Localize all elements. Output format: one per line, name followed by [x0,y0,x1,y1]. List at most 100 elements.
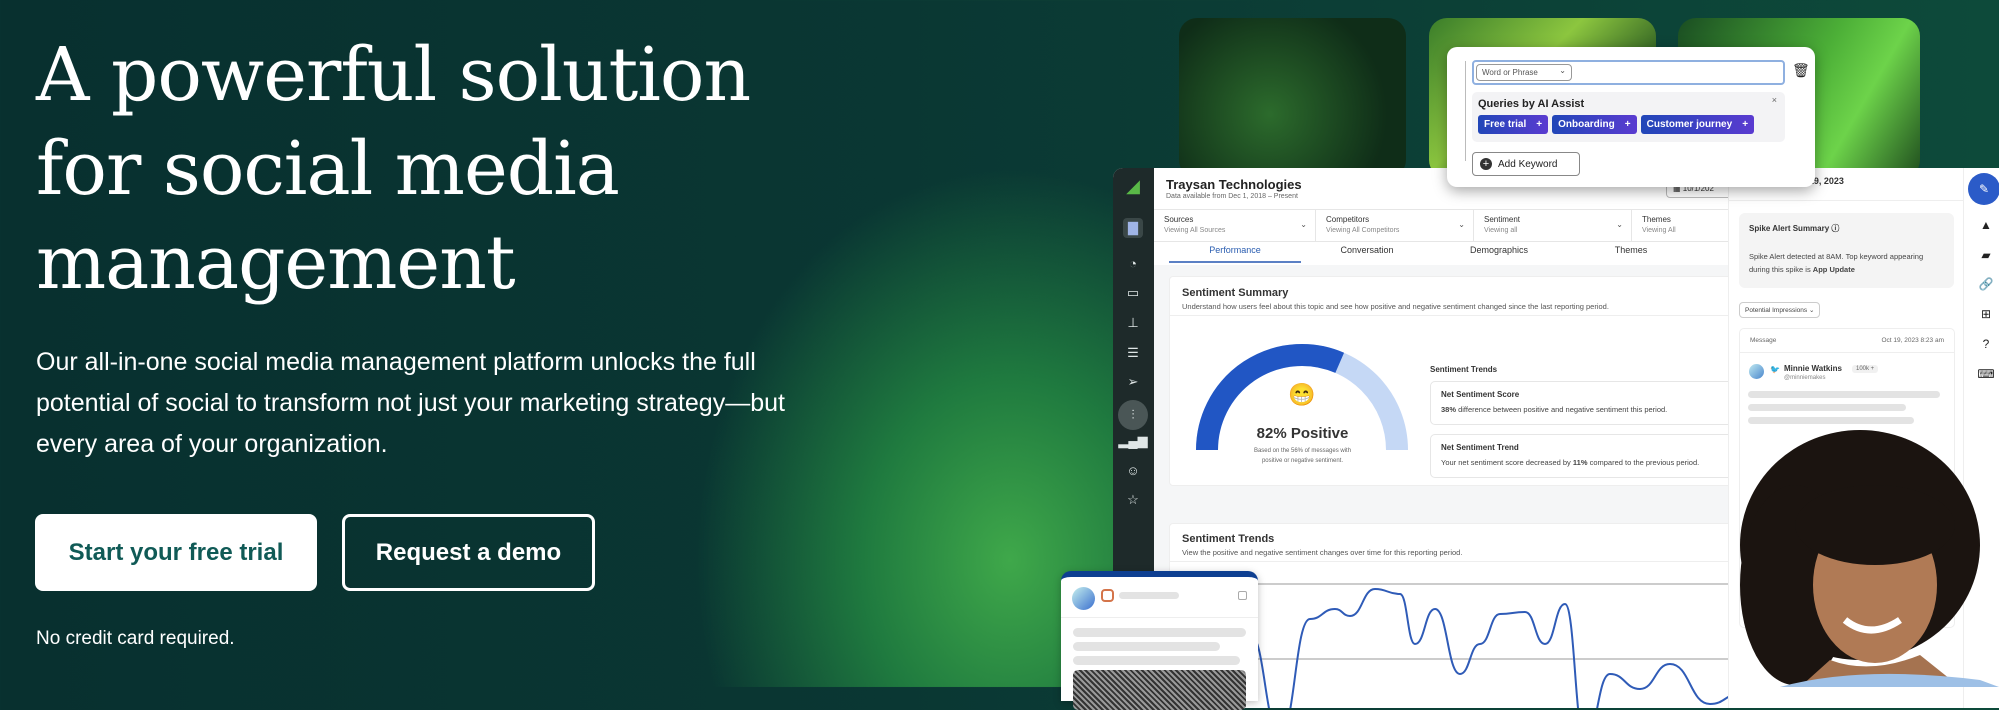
button-label: Add Keyword [1498,158,1558,170]
keyboard-icon[interactable]: ⌨ [1976,364,1996,384]
link-icon[interactable]: 🔗 [1976,274,1996,294]
report-tabs: Performance Conversation Demographics Th… [1169,245,1729,263]
select-value: Word or Phrase [1482,68,1538,77]
headline-line: for social media [36,126,620,212]
company-name: Traysan Technologies [1166,177,1302,192]
trends-heading: Sentiment Trends [1430,365,1498,374]
filter-label: Themes [1642,215,1671,224]
plus-icon: + [1624,119,1631,130]
filter-competitors[interactable]: Competitors Viewing All Competitors ⌄ [1316,210,1474,241]
hero-headline: A powerful solution for social media man… [36,28,751,310]
chevron-down-icon: ⌄ [1559,66,1566,75]
filter-label: Competitors [1326,215,1370,224]
filter-value: Viewing All Competitors [1326,227,1400,234]
reports-icon[interactable]: ▂▄▆ [1118,431,1147,451]
compose-icon[interactable]: ✎ [1968,173,1999,205]
spike-keyword: App Update [1812,265,1855,274]
filter-value: Viewing All Sources [1164,227,1226,234]
instagram-icon [1101,589,1114,602]
help-icon[interactable]: ? [1976,334,1996,354]
post-image [1073,670,1246,710]
chip-customer-journey[interactable]: Customer journey + [1640,115,1755,134]
impressions-dropdown[interactable]: Potential Impressions ⌄ [1739,302,1821,318]
tab-conversation[interactable]: Conversation [1301,245,1433,263]
list-icon[interactable]: ☰ [1123,343,1143,363]
sentiment-summary-card: Sentiment Summary Understand how users f… [1169,276,1750,486]
spike-title: Spike Alert Summary [1749,224,1830,233]
headline-line: A powerful solution [36,32,751,118]
card-title: Sentiment Summary [1182,287,1289,299]
add-box-icon[interactable]: ⊞ [1976,304,1996,324]
filter-label: Sources [1164,215,1194,224]
chip-label: Customer journey [1646,119,1733,130]
message-header: Message [1750,337,1777,344]
filter-sentiment[interactable]: Sentiment Viewing all ⌄ [1474,210,1632,241]
hero-lead: Our all-in-one social media management p… [36,348,785,458]
filter-sources[interactable]: Sources Viewing All Sources ⌄ [1154,210,1316,241]
card-subtitle: View the positive and negative sentiment… [1182,548,1463,557]
follower-badge: 100k + [1852,365,1879,373]
filter-themes[interactable]: Themes Viewing All [1632,210,1732,241]
chevron-down-icon: ⌄ [1458,220,1465,229]
bot-icon[interactable]: ☺ [1123,460,1143,480]
person-photo [1740,430,1999,687]
gauge-note: positive or negative sentiment. [1261,458,1344,464]
listening-icon[interactable]: ⫶ [1118,400,1148,430]
filter-value: Viewing All [1642,227,1676,234]
sprout-logo-icon: ◢ [1126,175,1140,196]
add-keyword-button[interactable]: + Add Keyword [1472,152,1580,176]
card-subtitle: Understand how users feel about this top… [1182,302,1609,311]
chip-free-trial[interactable]: Free trial + [1478,115,1549,134]
message-date: Oct 19, 2023 8:23 am [1881,337,1944,344]
metric-value: 11% [1572,458,1588,467]
dashboard-icon[interactable]: ◔ [1123,253,1143,273]
close-icon[interactable]: × [1772,95,1777,105]
spike-alert-summary: Spike Alert Summary ⓘ Spike Alert detect… [1739,213,1954,288]
keyword-input[interactable]: Word or Phrase ⌄ [1472,60,1785,85]
filter-label: Sentiment [1484,215,1521,224]
gauge-note: Based on the 56% of messages with [1253,448,1352,454]
metric-text: difference between positive and negative… [1456,405,1668,414]
metric-value: 38% [1441,405,1457,414]
twitter-icon: 🐦 [1770,365,1780,374]
chip-onboarding[interactable]: Onboarding + [1552,115,1637,134]
pin-icon[interactable]: ⊥ [1123,313,1143,333]
send-icon[interactable]: ➢ [1123,372,1143,392]
ai-title: Queries by AI Assist [1478,98,1585,110]
chevron-down-icon: ⌄ [1616,220,1623,229]
tab-performance[interactable]: Performance [1169,245,1301,263]
chip-label: Free trial [1484,119,1527,130]
tab-themes[interactable]: Themes [1565,245,1697,263]
company-data-range: Data available from Dec 1, 2018 – Presen… [1166,193,1298,200]
star-icon[interactable]: ☆ [1123,490,1143,510]
alert-icon[interactable]: ▲ [1976,215,1996,235]
tab-demographics[interactable]: Demographics [1433,245,1565,263]
select-checkbox[interactable] [1238,591,1247,600]
plus-icon: + [1536,119,1543,130]
inbox-icon[interactable]: ▭ [1123,283,1143,303]
author-handle: @minniemakes [1784,375,1826,381]
request-demo-button[interactable]: Request a demo [342,514,595,591]
filter-value: Viewing all [1484,227,1518,234]
card-title: Sentiment Trends [1182,533,1275,545]
avatar [1749,364,1764,379]
add-comment-icon[interactable]: ▰ [1976,245,1996,265]
smiley-icon: 😁 [1288,382,1315,407]
avatar [1072,587,1095,610]
start-free-trial-button[interactable]: Start your free trial [35,514,317,591]
metric-title: Net Sentiment Score [1441,390,1520,399]
folder-icon[interactable]: ▇ [1123,218,1143,238]
chip-label: Onboarding [1558,119,1615,130]
match-type-select[interactable]: Word or Phrase ⌄ [1476,64,1572,81]
chevron-down-icon: ⌄ [1300,220,1307,229]
ai-assist-suggestions: Queries by AI Assist × Free trial + Onboar… [1472,92,1785,142]
headline-line: management [36,220,516,306]
filter-bar: Sources Viewing All Sources ⌄ Competitors V… [1154,209,1728,242]
leaf-photo-tile [1179,18,1406,178]
no-credit-card-note: No credit card required. [36,628,235,649]
trash-icon[interactable]: 🗑 [1792,62,1810,79]
plus-circle-icon: + [1480,158,1492,170]
gauge-label: 82% Positive [1256,425,1349,442]
info-icon[interactable]: ⓘ [1831,224,1839,233]
instagram-post-card [1061,571,1258,710]
